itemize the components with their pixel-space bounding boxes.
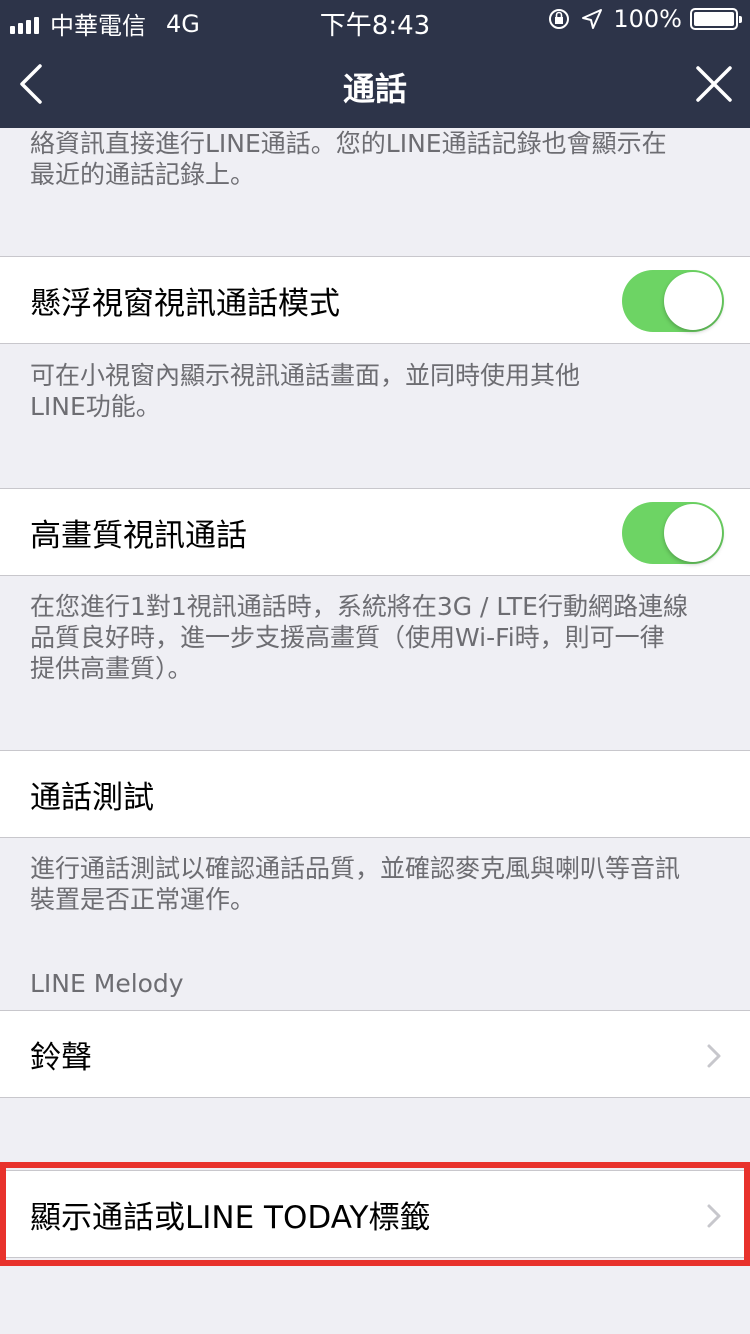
hd-video-call-description: 在您進行1對1視訊通話時，系統將在3G / LTE行動網路連線 品質良好時，進一… xyxy=(30,591,730,684)
desc-line: LINE功能。 xyxy=(30,392,161,421)
hd-video-call-label: 高畫質視訊通話 xyxy=(30,517,247,554)
line-melody-header: LINE Melody xyxy=(30,969,184,998)
desc-line: 可在小視窗內顯示視訊通話畫面，並同時使用其他 xyxy=(30,361,581,390)
orientation-lock-icon xyxy=(549,9,570,29)
location-icon xyxy=(582,9,603,29)
desc-line: 提供高畫質）。 xyxy=(30,654,193,683)
chevron-right-icon xyxy=(707,1044,721,1068)
floating-video-call-toggle[interactable] xyxy=(622,270,724,332)
floating-video-call-description: 可在小視窗內顯示視訊通話畫面，並同時使用其他 LINE功能。 xyxy=(30,360,730,422)
page-title: 通話 xyxy=(342,70,407,108)
ringtone-label: 鈴聲 xyxy=(30,1039,92,1076)
nav-bar: 通話 xyxy=(0,40,750,128)
call-test-cell[interactable]: 通話測試 xyxy=(0,750,750,838)
status-right: 100% xyxy=(547,5,742,33)
ringtone-cell[interactable]: 鈴聲 xyxy=(0,1010,750,1098)
intro-desc-line: 絡資訊直接進行LINE通話。您的LINE通話記錄也會顯示在 xyxy=(30,129,667,158)
intro-desc-line: 最近的通話記錄上。 xyxy=(30,160,256,189)
desc-line: 在您進行1對1視訊通話時，系統將在3G / LTE行動網路連線 xyxy=(30,592,688,621)
close-icon[interactable] xyxy=(694,64,734,104)
floating-video-call-label: 懸浮視窗視訊通話模式 xyxy=(30,285,340,322)
status-bar: 中華電信 4G 下午8:43 100% xyxy=(0,0,750,41)
call-test-description: 進行通話測試以確認通話品質，並確認麥克風與喇叭等音訊 裝置是否正常運作。 xyxy=(30,853,730,915)
call-test-label: 通話測試 xyxy=(30,779,154,816)
hd-video-call-toggle[interactable] xyxy=(622,502,724,564)
desc-line: 裝置是否正常運作。 xyxy=(30,885,256,914)
intro-description: 絡資訊直接進行LINE通話。您的LINE通話記錄也會顯示在 最近的通話記錄上。 xyxy=(30,128,730,190)
desc-line: 進行通話測試以確認通話品質，並確認麥克風與喇叭等音訊 xyxy=(30,854,681,883)
highlight-box xyxy=(0,1162,750,1266)
battery-icon xyxy=(690,8,742,30)
hd-video-call-cell: 高畫質視訊通話 xyxy=(0,488,750,576)
floating-video-call-cell: 懸浮視窗視訊通話模式 xyxy=(0,256,750,344)
battery-percent: 100% xyxy=(613,5,682,33)
desc-line: 品質良好時，進一步支援高畫質（使用Wi-Fi時，則可一律 xyxy=(30,623,665,652)
